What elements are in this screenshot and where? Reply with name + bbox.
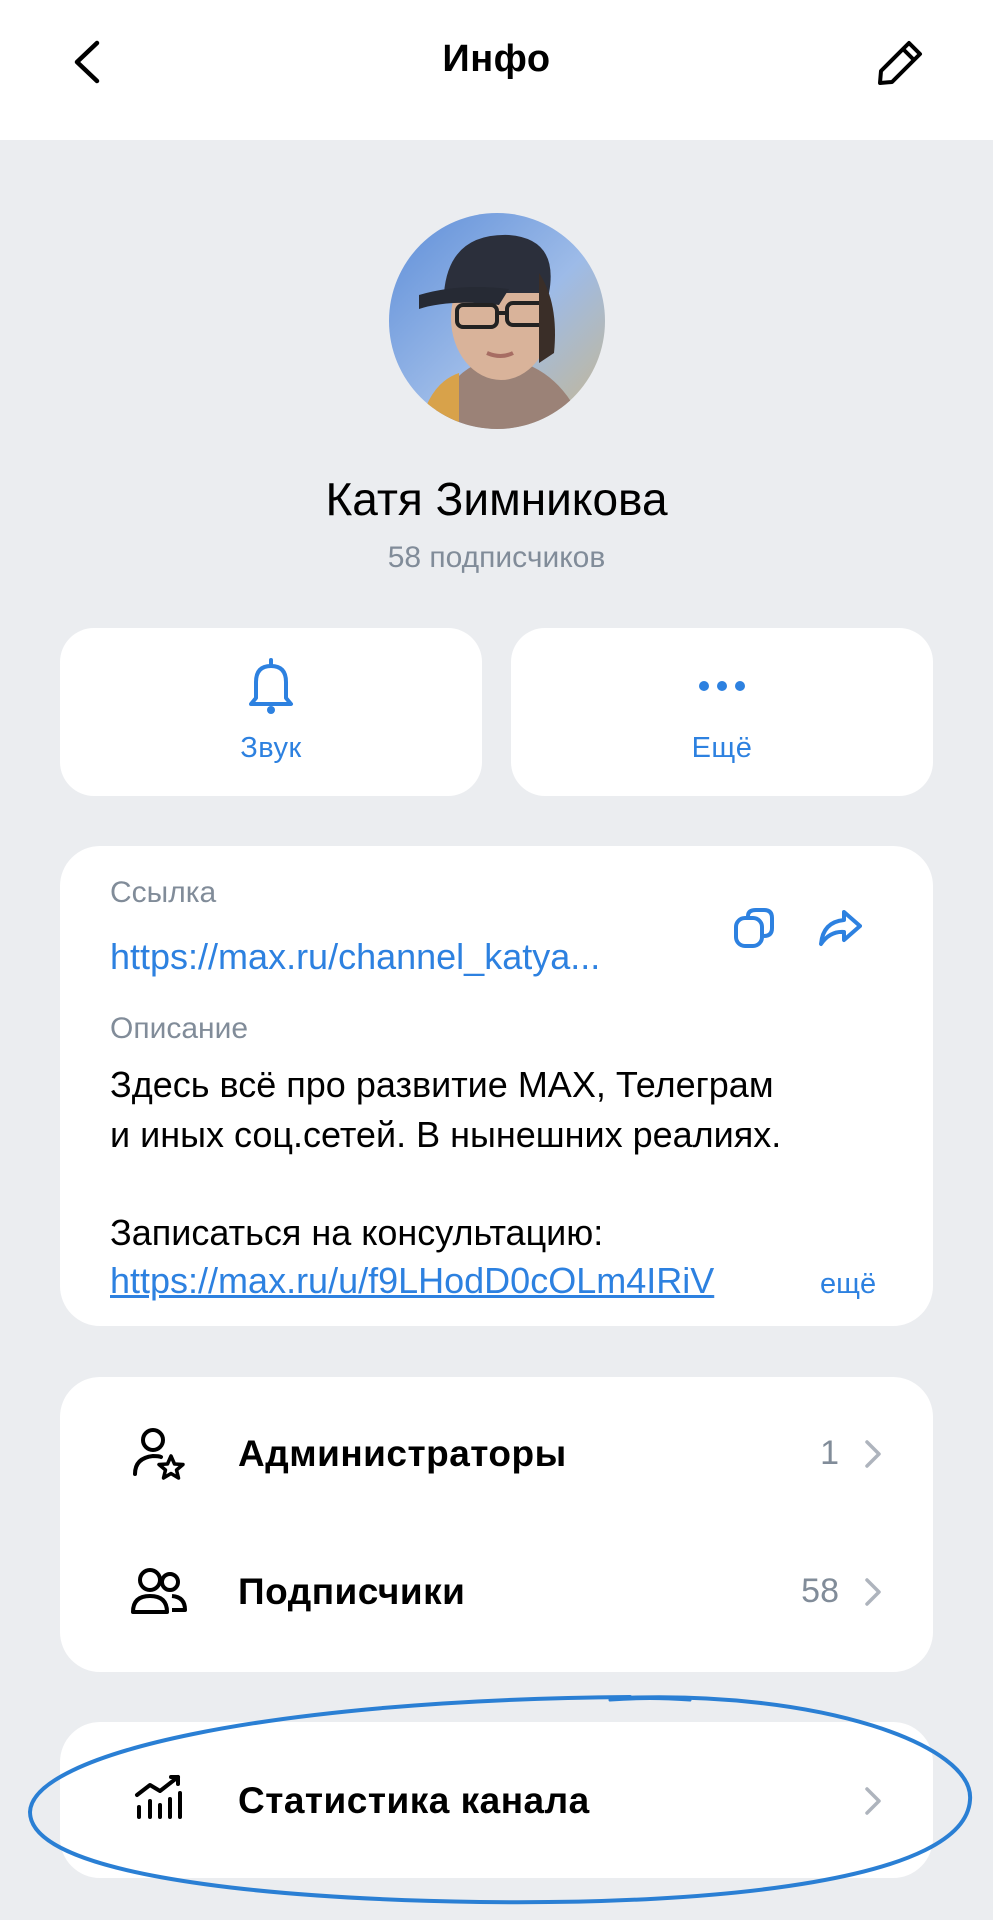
channel-info-card: Ссылка https://max.ru/channel_katya... О… [60,846,933,1326]
description-line: Записаться на консультацию: [110,1212,604,1253]
subscribers-count: 58 подписчиков [387,541,606,574]
subscribers-row[interactable]: Подписчики 58 [60,1523,933,1661]
users-icon [131,1568,187,1614]
admin-star-icon [133,1428,185,1480]
chart-icon [135,1775,182,1819]
page-title: Инфо [442,38,551,80]
description-line: Здесь всё про развитие MAX, Телеграм [110,1064,774,1105]
description-label: Описание [110,1012,249,1045]
description-more-link[interactable]: ещё [820,1268,876,1301]
top-bar: Инфо [0,0,993,140]
description-fade [710,1256,800,1306]
share-button[interactable] [812,900,868,956]
chevron-right-icon [865,1787,881,1815]
admins-row[interactable]: Администраторы 1 [60,1385,933,1523]
subscribers-row-count: 58 [801,1572,839,1610]
avatar[interactable] [389,213,605,429]
sound-button[interactable]: Звук [60,628,482,796]
members-list-card: Администраторы 1 Подписчики 58 [60,1377,933,1672]
subscribers-label: Подписчики [238,1571,466,1612]
consultation-link[interactable]: https://max.ru/u/f9LHodD0cOLm4IRiV [110,1260,794,1302]
copy-icon [734,908,774,948]
more-label: Ещё [691,732,753,764]
link-label: Ссылка [110,876,217,909]
admins-count: 1 [820,1434,839,1472]
more-button[interactable]: Ещё [511,628,933,796]
more-dots-icon [699,681,745,691]
profile-name: Катя Зимникова [325,473,668,525]
sound-label: Звук [240,732,302,764]
share-arrow-icon [819,910,862,946]
chevron-right-icon [865,1578,881,1606]
copy-button[interactable] [726,900,782,956]
channel-stats-row[interactable]: Статистика канала [60,1722,933,1878]
channel-stats-label: Статистика канала [238,1780,590,1821]
chevron-right-icon [865,1440,881,1468]
edit-button[interactable] [869,30,933,94]
admins-label: Администраторы [238,1433,567,1474]
channel-link[interactable]: https://max.ru/channel_katya... [110,936,690,978]
description-line: и иных соц.сетей. В нынешних реалиях. [110,1114,782,1155]
bell-icon [249,658,293,714]
pencil-icon [878,41,922,85]
